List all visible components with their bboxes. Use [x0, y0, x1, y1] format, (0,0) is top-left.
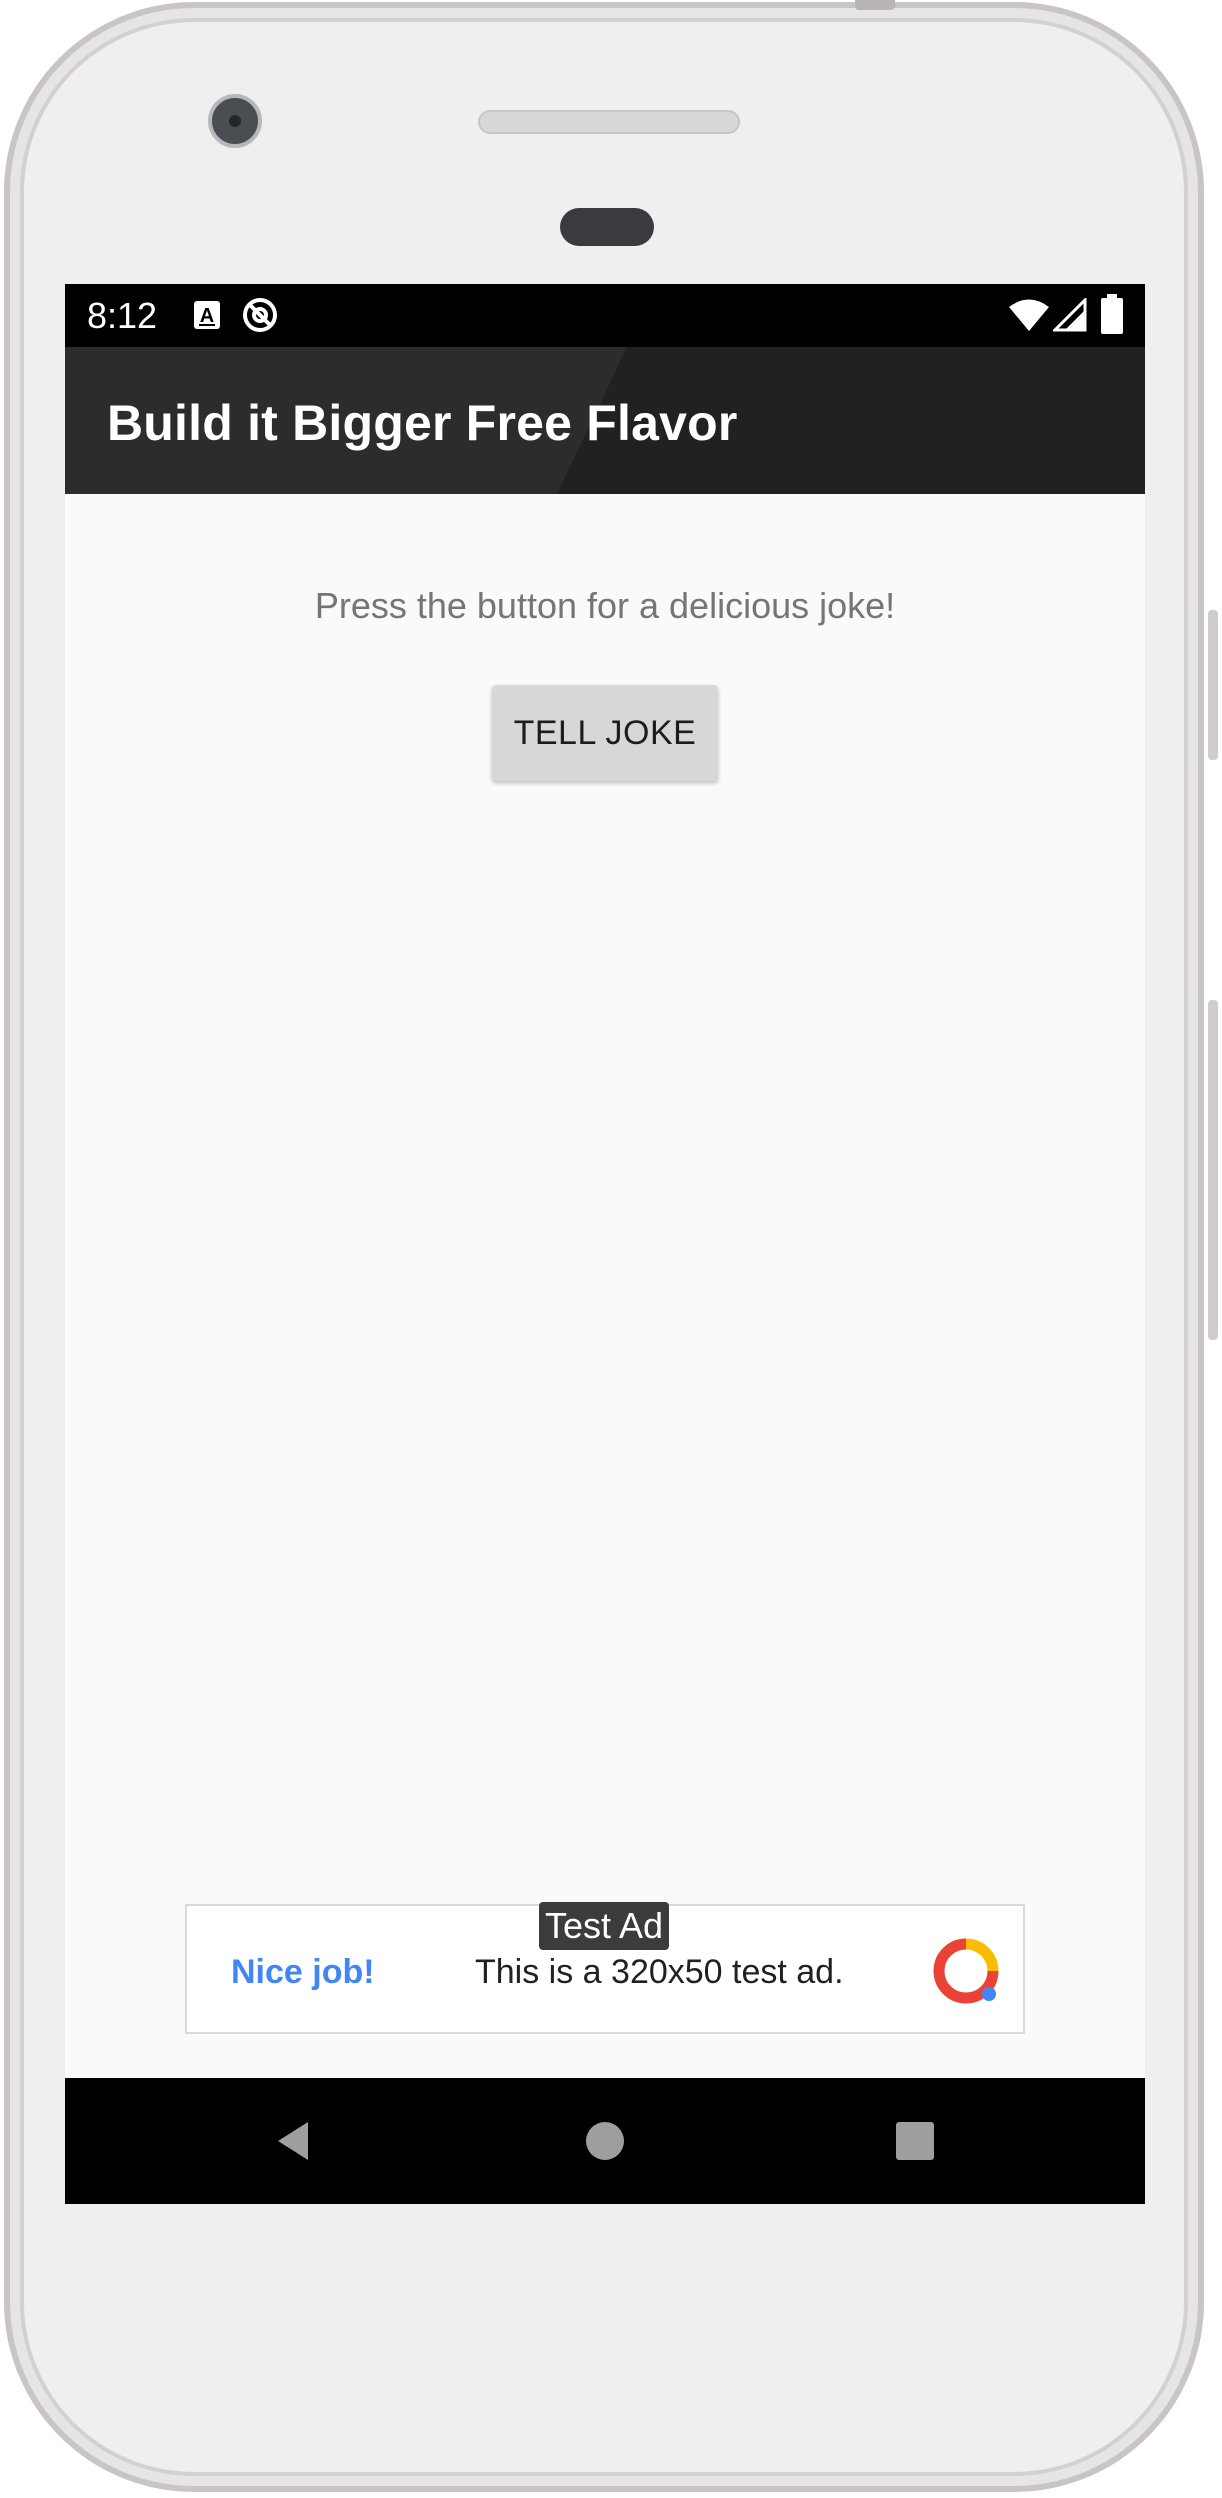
recents-square-icon[interactable] [890, 2116, 940, 2166]
device-frame: 8:12 A Build it Bigger Free Flavor Press… [0, 0, 1222, 2498]
earpiece-speaker [478, 110, 740, 134]
app-title: Build it Bigger Free Flavor [107, 395, 738, 451]
sync-circle-icon [243, 298, 277, 332]
app-toolbar: Build it Bigger Free Flavor [65, 347, 1145, 494]
top-edge-detail [855, 0, 895, 10]
status-time: 8:12 [87, 295, 158, 336]
svg-text:A: A [200, 305, 214, 327]
a-notification-icon: A [194, 301, 220, 329]
test-ad-badge: Test Ad [539, 1902, 670, 1950]
front-camera-icon [208, 94, 262, 148]
status-bar: 8:12 A [65, 284, 1145, 347]
test-ad-banner[interactable]: Test Ad Nice job! This is a 320x50 test … [185, 1902, 1025, 2034]
home-circle-icon[interactable] [580, 2116, 630, 2166]
back-triangle-icon[interactable] [270, 2116, 320, 2166]
wifi-icon [1009, 299, 1049, 331]
ad-body-text: This is a 320x50 test ad. [475, 1953, 844, 1991]
system-nav-bar [65, 2078, 1145, 2204]
adsense-ring-icon [933, 1938, 999, 2004]
tell-joke-button[interactable]: TELL JOKE [492, 685, 718, 781]
power-button[interactable] [1208, 610, 1218, 760]
battery-icon [1101, 294, 1123, 334]
joke-prompt-text: Press the button for a delicious joke! [314, 585, 896, 626]
volume-rocker[interactable] [1208, 1000, 1218, 1340]
ad-headline[interactable]: Nice job! [231, 1950, 375, 1994]
cell-signal-icon [1053, 298, 1087, 332]
proximity-sensor [560, 208, 654, 246]
device-screen: 8:12 A Build it Bigger Free Flavor Press… [65, 284, 1145, 2204]
